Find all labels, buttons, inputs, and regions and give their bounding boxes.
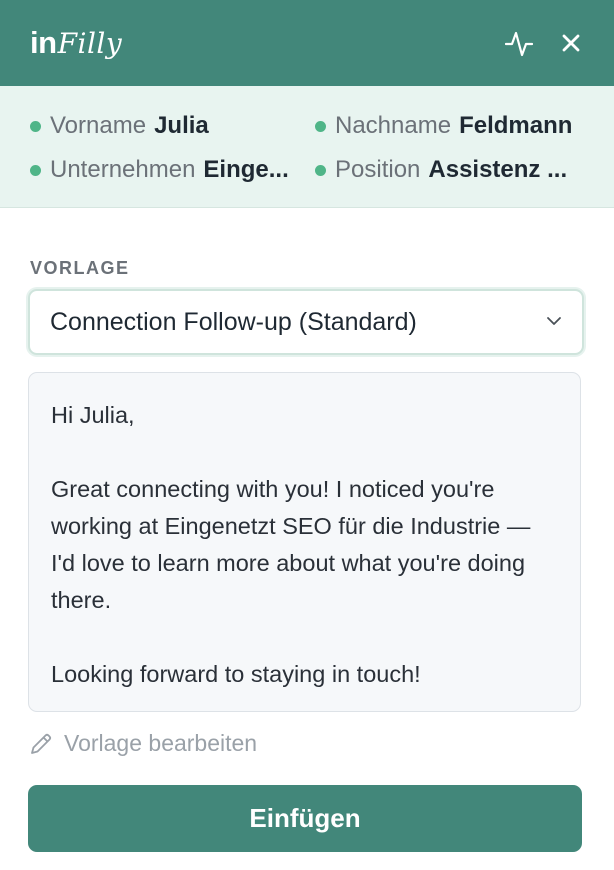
status-dot [315,164,326,176]
insert-button[interactable]: Einfügen [28,785,582,852]
message-preview[interactable]: Hi Julia, Great connecting with you! I n… [28,372,581,712]
edit-template-link[interactable]: Vorlage bearbeiten [28,730,582,757]
app-logo: in Filly [30,25,122,61]
close-icon[interactable] [556,28,586,58]
field-nachname: Nachname Feldmann [315,104,586,148]
field-vorname: Vorname Julia [30,104,305,148]
field-value: Julia [154,112,209,139]
template-select-value: Connection Follow-up (Standard) [50,307,417,336]
field-value: Feldmann [459,112,573,139]
header: in Filly [0,0,614,86]
field-label: Vorname [50,112,147,139]
field-label: Position [335,156,421,183]
infilly-panel: in Filly Vorname Julia Nachname Feldmann… [0,0,614,870]
status-dot [315,120,326,132]
pencil-icon [28,731,54,757]
field-value: Einge... [203,156,289,183]
logo-prefix: in [30,25,57,60]
template-section: VORLAGE Connection Follow-up (Standard) … [0,208,614,852]
header-actions [504,28,586,58]
field-value: Assistenz ... [428,156,568,183]
field-unternehmen: Unternehmen Einge... [30,148,305,192]
template-select[interactable]: Connection Follow-up (Standard) [28,289,584,355]
logo-suffix: Filly [57,27,123,60]
status-dot [30,120,41,132]
activity-icon[interactable] [504,28,534,58]
contact-info: Vorname Julia Nachname Feldmann Unterneh… [0,86,614,208]
field-position: Position Assistenz ... [315,148,586,192]
field-label: Unternehmen [50,156,196,183]
edit-template-label: Vorlage bearbeiten [64,730,258,756]
status-dot [30,164,41,176]
section-label: VORLAGE [30,258,130,278]
field-label: Nachname [335,112,452,139]
chevron-down-icon [546,313,562,331]
